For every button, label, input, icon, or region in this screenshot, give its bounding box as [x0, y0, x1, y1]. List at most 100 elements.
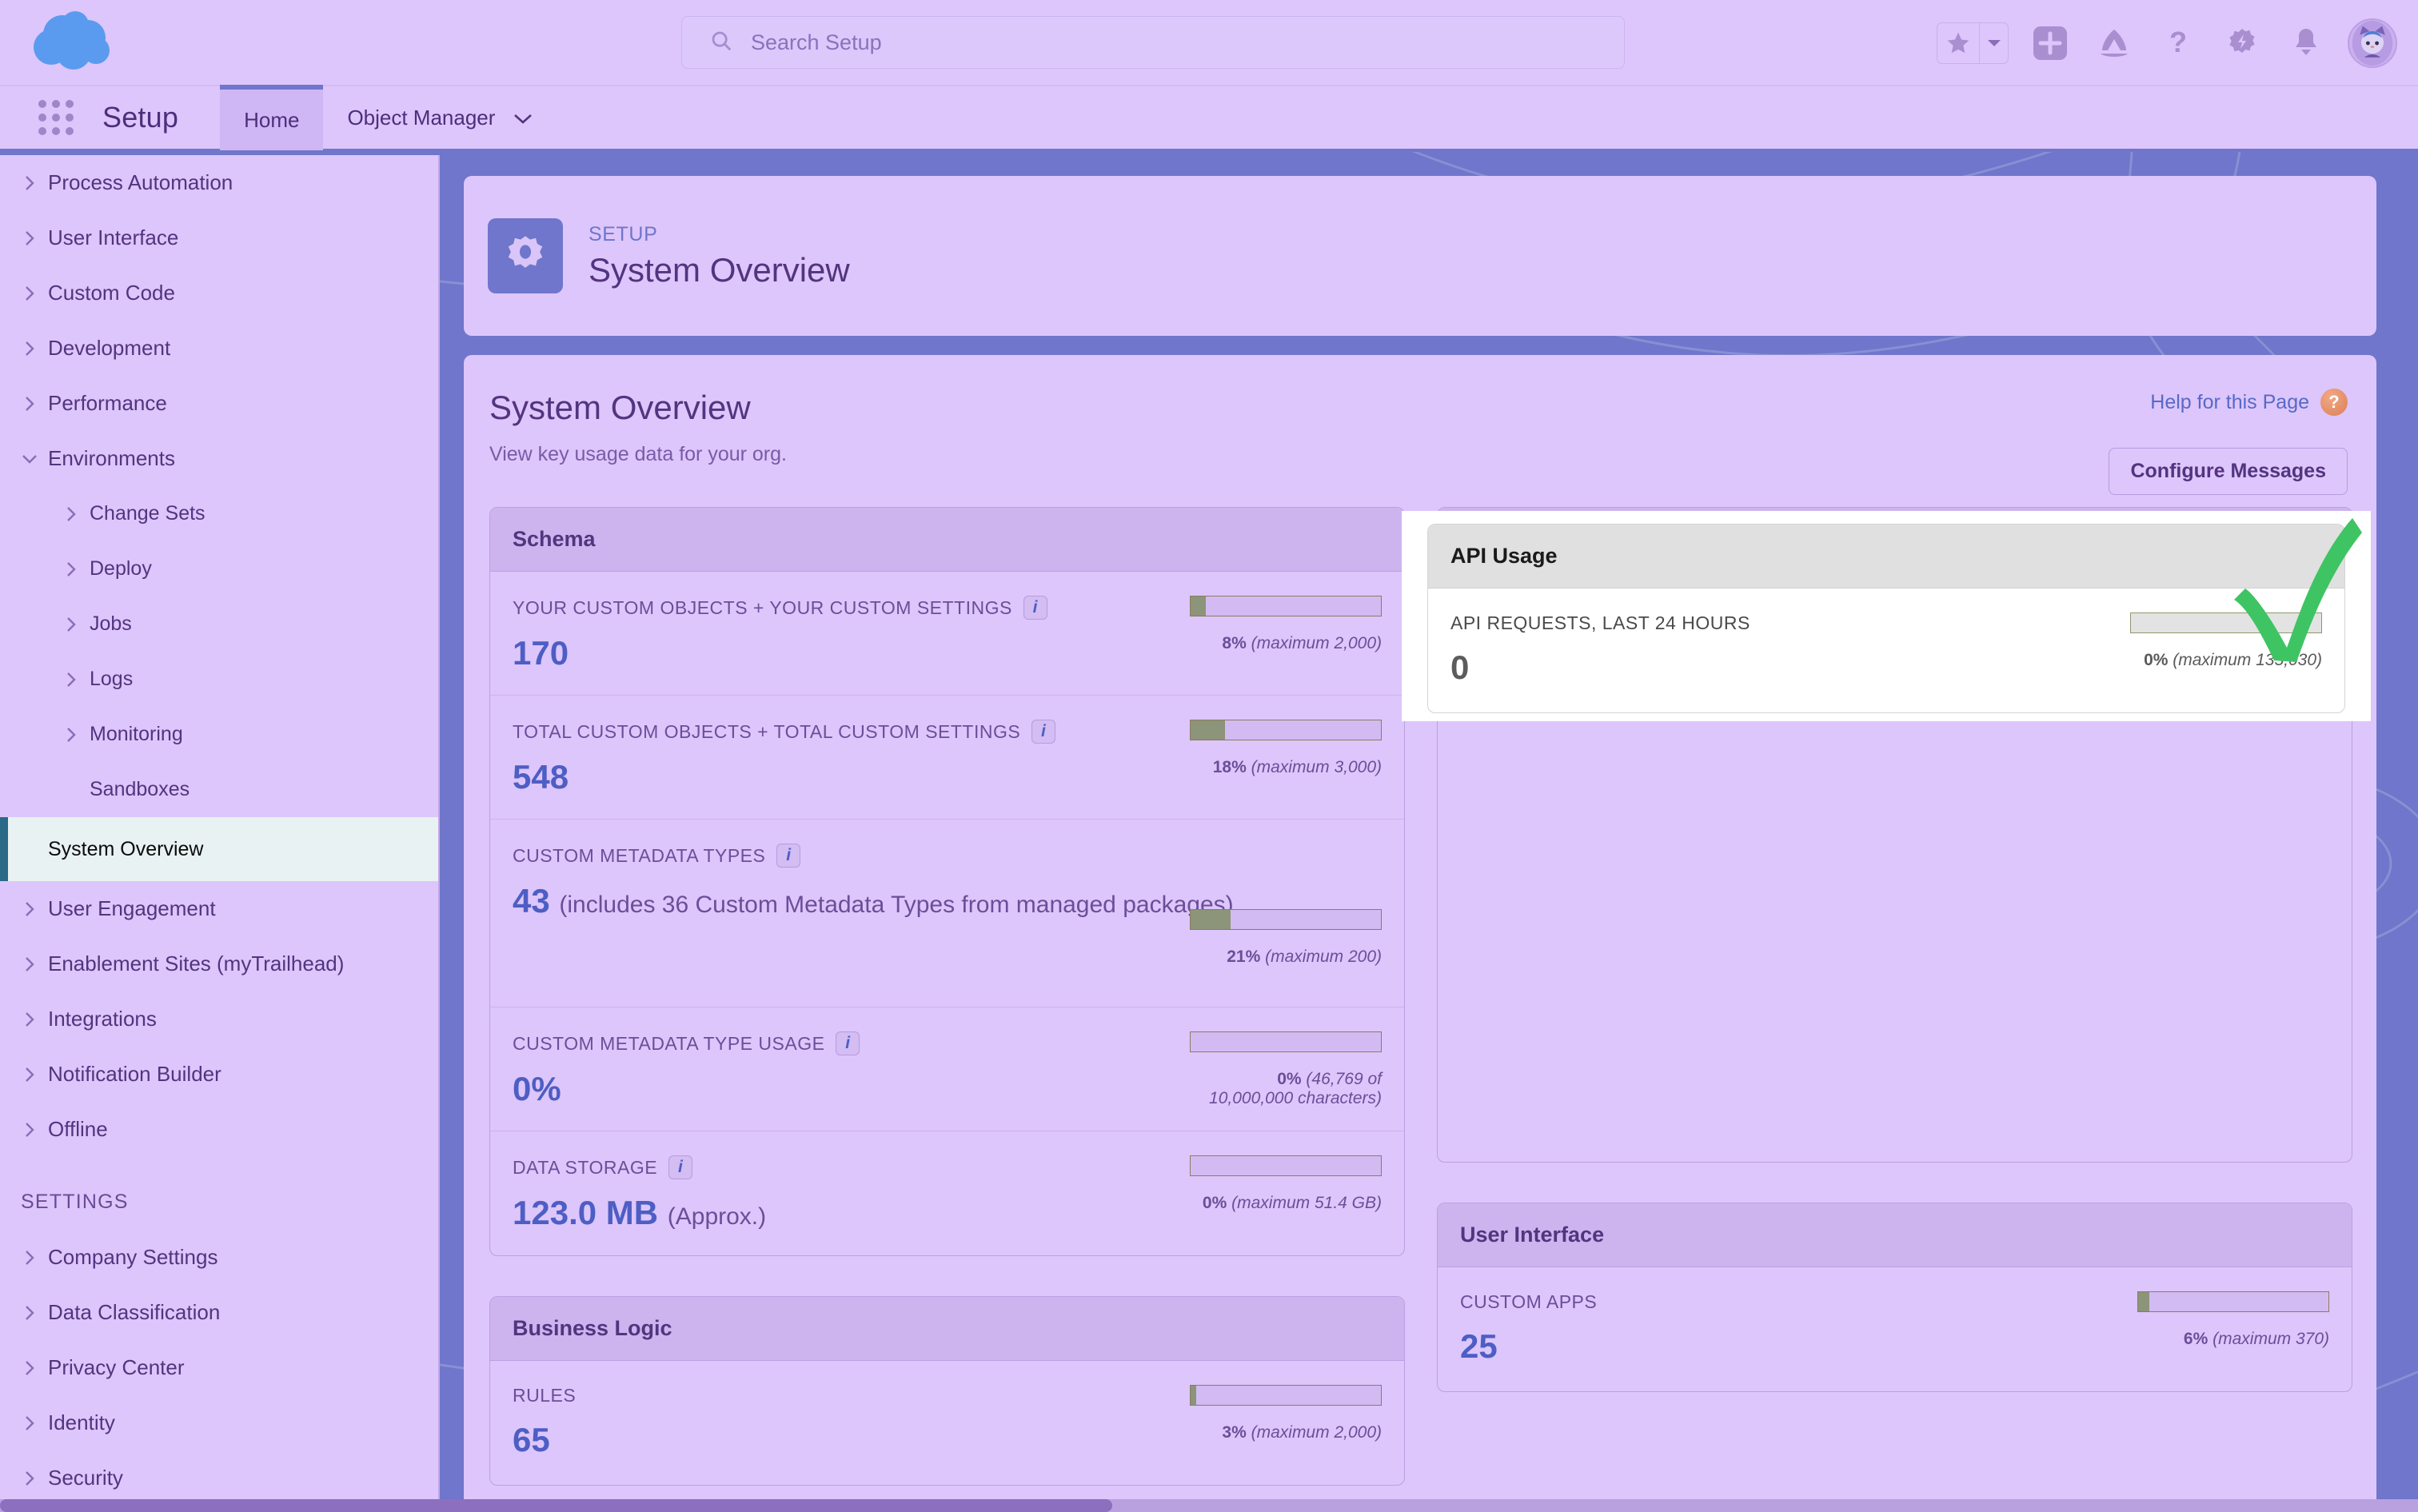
page-header-eyebrow: SETUP: [589, 222, 658, 245]
chevron-right-icon[interactable]: [21, 174, 48, 192]
search-input[interactable]: [751, 30, 1624, 55]
chevron-right-icon[interactable]: [21, 1121, 48, 1139]
tab-home[interactable]: Home: [220, 85, 324, 150]
chevron-right-icon[interactable]: [21, 229, 48, 247]
chevron-right-icon[interactable]: [21, 1249, 48, 1267]
metric-caption: 0% (maximum 51.4 GB): [1190, 1194, 1382, 1213]
sidebar-item-security[interactable]: Security: [0, 1450, 438, 1506]
chevron-down-icon[interactable]: [513, 106, 533, 130]
sidebar-item-performance[interactable]: Performance: [0, 376, 438, 431]
chevron-right-icon[interactable]: [21, 285, 48, 302]
schema-row: CUSTOM METADATA TYPES i 43 (includes 36 Cu…: [490, 820, 1404, 1007]
sidebar-item-system-overview[interactable]: System Overview: [0, 817, 438, 881]
sidebar-item-label: Custom Code: [48, 281, 175, 305]
star-icon[interactable]: [1937, 30, 1979, 56]
info-icon[interactable]: i: [668, 1155, 693, 1179]
sidebar-item-privacy-center[interactable]: Privacy Center: [0, 1340, 438, 1395]
chevron-right-icon[interactable]: [21, 395, 48, 413]
sidebar-item-enablement-sites-mytrailhead[interactable]: Enablement Sites (myTrailhead): [0, 936, 438, 991]
tab-home-label: Home: [244, 107, 300, 132]
metric-maximum: (maximum 200): [1265, 947, 1382, 966]
sidebar-item-user-interface[interactable]: User Interface: [0, 210, 438, 265]
configure-messages-button[interactable]: Configure Messages: [2109, 448, 2348, 495]
sidebar-item-custom-code[interactable]: Custom Code: [0, 265, 438, 321]
metric-percent: 18%: [1212, 758, 1247, 776]
info-icon[interactable]: i: [1023, 596, 1047, 620]
global-header: ?: [0, 0, 2418, 86]
app-root: ?: [0, 0, 2418, 1512]
chevron-right-icon[interactable]: [21, 1414, 48, 1432]
sidebar-item-user-engagement[interactable]: User Engagement: [0, 881, 438, 936]
chevron-right-icon[interactable]: [62, 561, 90, 578]
caret-down-icon[interactable]: [1979, 23, 2008, 63]
bell-icon[interactable]: [2284, 21, 2328, 66]
chevron-right-icon[interactable]: [21, 1011, 48, 1028]
api-usage-panel-highlighted: API Usage API REQUESTS, LAST 24 HOURS 0 0% …: [1427, 524, 2345, 713]
mountain-icon[interactable]: [2092, 21, 2137, 66]
info-icon[interactable]: i: [776, 844, 801, 868]
sidebar-item-label: Environments: [48, 446, 175, 470]
chevron-down-icon[interactable]: [21, 450, 48, 468]
sidebar-item-monitoring[interactable]: Monitoring: [0, 707, 438, 762]
sidebar-item-data-classification[interactable]: Data Classification: [0, 1285, 438, 1340]
app-launcher-grid-icon[interactable]: [38, 100, 74, 135]
gear-lightning-icon[interactable]: [2220, 21, 2264, 66]
sidebar-item-jobs[interactable]: Jobs: [0, 596, 438, 652]
sidebar-item-offline[interactable]: Offline: [0, 1102, 438, 1157]
chevron-right-icon[interactable]: [62, 671, 90, 688]
sidebar-item-label: Identity: [48, 1410, 115, 1434]
sidebar-item-label: Offline: [48, 1117, 108, 1141]
info-icon[interactable]: i: [1031, 720, 1056, 744]
sidebar-item-process-automation[interactable]: Process Automation: [0, 155, 438, 210]
sidebar-item-sandboxes[interactable]: Sandboxes: [0, 762, 438, 817]
chevron-right-icon[interactable]: [21, 900, 48, 918]
tab-object-manager[interactable]: Object Manager: [323, 85, 557, 150]
metric-meter-wrap: 6% (maximum 370): [2137, 1291, 2329, 1349]
metric-label: TOTAL CUSTOM OBJECTS + TOTAL CUSTOM SETT…: [513, 720, 1021, 742]
sidebar-item-label: Sandboxes: [90, 778, 190, 800]
astro-avatar[interactable]: [2348, 18, 2397, 68]
sidebar-item-development[interactable]: Development: [0, 321, 438, 376]
sidebar-item-integrations[interactable]: Integrations: [0, 991, 438, 1047]
salesforce-cloud-logo-icon[interactable]: [27, 10, 131, 74]
sidebar-item-logs[interactable]: Logs: [0, 652, 438, 707]
chevron-right-icon[interactable]: [21, 1359, 48, 1377]
help-question-icon[interactable]: ?: [2320, 389, 2348, 416]
sidebar-item-notification-builder[interactable]: Notification Builder: [0, 1047, 438, 1102]
sidebar-section-settings: SETTINGS: [21, 1191, 129, 1213]
chevron-right-icon[interactable]: [62, 726, 90, 744]
global-search[interactable]: [681, 16, 1625, 69]
metric-caption: 6% (maximum 370): [2137, 1330, 2329, 1349]
sidebar-item-company-settings[interactable]: Company Settings: [0, 1230, 438, 1285]
sidebar-item-label: Security: [48, 1466, 123, 1490]
info-icon[interactable]: i: [836, 1031, 860, 1055]
business-logic-panel: Business Logic RULES 65 3% (maximum 2,000): [489, 1296, 1405, 1486]
metric-caption: 8% (maximum 2,000): [1190, 634, 1382, 653]
sidebar-item-label: User Interface: [48, 225, 179, 249]
sidebar-item-change-sets[interactable]: Change Sets: [0, 486, 438, 541]
vertical-scrollbar[interactable]: [2405, 155, 2418, 1512]
metric-label: CUSTOM METADATA TYPE USAGE: [513, 1032, 825, 1054]
metric-maximum: (maximum 135,030): [2173, 651, 2322, 669]
chevron-right-icon[interactable]: [62, 616, 90, 633]
chevron-right-icon[interactable]: [62, 505, 90, 523]
page-title: System Overview: [489, 389, 751, 426]
chevron-right-icon[interactable]: [21, 340, 48, 357]
chevron-right-icon[interactable]: [21, 1470, 48, 1487]
metric-label: CUSTOM METADATA TYPES: [513, 844, 766, 866]
help-for-this-page-link[interactable]: Help for this Page ?: [2150, 389, 2348, 416]
progress-bar: [1190, 720, 1382, 740]
chevron-right-icon[interactable]: [21, 1304, 48, 1322]
chevron-right-icon[interactable]: [21, 955, 48, 973]
question-mark-icon[interactable]: ?: [2156, 21, 2201, 66]
api-usage-row: API REQUESTS, LAST 24 HOURS00% (maximum …: [1428, 588, 2344, 712]
plus-icon[interactable]: [2028, 21, 2073, 66]
sidebar-item-deploy[interactable]: Deploy: [0, 541, 438, 596]
sidebar-item-environments[interactable]: Environments: [0, 431, 438, 486]
favorites-group[interactable]: [1937, 22, 2009, 64]
horizontal-scrollbar[interactable]: [0, 1499, 2418, 1512]
setup-sidebar[interactable]: Process Automation User Interface Custom C…: [0, 155, 440, 1512]
sidebar-item-label: Privacy Center: [48, 1355, 185, 1379]
chevron-right-icon[interactable]: [21, 1066, 48, 1083]
sidebar-item-identity[interactable]: Identity: [0, 1395, 438, 1450]
